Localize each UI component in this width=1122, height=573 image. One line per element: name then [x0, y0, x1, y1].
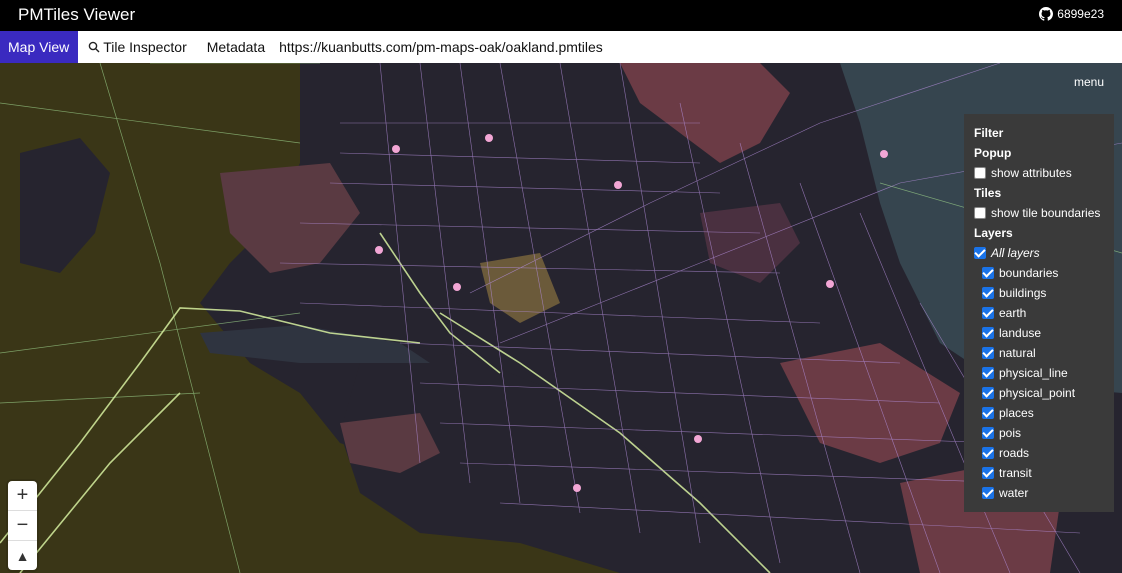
layer-toggle-physical-point[interactable]: physical_point — [982, 386, 1075, 400]
layer-toggle-boundaries[interactable]: boundaries — [982, 266, 1058, 280]
app-header: PMTiles Viewer 6899e23 — [0, 0, 1122, 31]
layer-toggle-physical-line[interactable]: physical_line — [982, 366, 1068, 380]
layer-toggle-earth[interactable]: earth — [982, 306, 1026, 320]
map-canvas[interactable] — [0, 63, 1122, 573]
show-attributes-checkbox[interactable]: show attributes — [974, 166, 1072, 180]
layer-toggle-roads[interactable]: roads — [982, 446, 1029, 460]
checkbox-icon — [982, 447, 994, 459]
layer-label: landuse — [999, 326, 1042, 340]
layer-toggle-natural[interactable]: natural — [982, 346, 1036, 360]
compass-button[interactable]: ▲ — [8, 541, 37, 570]
compass-icon: ▲ — [15, 547, 30, 564]
checkbox-icon — [974, 167, 986, 179]
layer-label: physical_line — [999, 366, 1068, 380]
layer-toggle-places[interactable]: places — [982, 406, 1034, 420]
all-layers-checkbox[interactable]: All layers — [974, 246, 1040, 260]
tab-label: Tile Inspector — [103, 39, 187, 55]
layer-toggle-transit[interactable]: transit — [982, 466, 1032, 480]
map-render — [0, 63, 1122, 573]
checkbox-label: All layers — [991, 246, 1040, 260]
checkbox-icon — [982, 327, 994, 339]
layers-header: Layers — [974, 226, 1013, 240]
layer-label: transit — [999, 466, 1032, 480]
bay-water — [20, 138, 110, 273]
github-icon — [1039, 7, 1054, 21]
zoom-controls: + − ▲ — [8, 481, 37, 570]
layer-toggle-buildings[interactable]: buildings — [982, 286, 1046, 300]
checkbox-icon — [982, 307, 994, 319]
pmtiles-url: https://kuanbutts.com/pm-maps-oak/oaklan… — [279, 39, 603, 55]
tab-tile-inspector[interactable]: Tile Inspector — [78, 31, 197, 63]
checkbox-label: show attributes — [991, 166, 1072, 180]
menu-toggle[interactable]: menu — [1074, 75, 1104, 89]
layer-label: places — [999, 406, 1034, 420]
zoom-in-button[interactable]: + — [8, 481, 37, 511]
checkbox-icon — [974, 207, 986, 219]
layer-label: pois — [999, 426, 1022, 440]
checkbox-label: show tile boundaries — [991, 206, 1101, 220]
checkbox-icon — [982, 407, 994, 419]
layer-toggle-water[interactable]: water — [982, 486, 1028, 500]
popup-header: Popup — [974, 146, 1012, 160]
layer-panel: Filter Popup show attributes Tiles show … — [964, 114, 1114, 512]
layer-label: roads — [999, 446, 1030, 460]
commit-link[interactable]: 6899e23 — [1039, 7, 1104, 21]
tab-label: Metadata — [206, 39, 266, 55]
layer-label: physical_point — [999, 386, 1076, 400]
checkbox-icon — [982, 287, 994, 299]
tab-map-view[interactable]: Map View — [0, 31, 79, 63]
checkbox-icon — [974, 247, 986, 259]
zoom-out-button[interactable]: − — [8, 511, 37, 541]
checkbox-icon — [982, 367, 994, 379]
layer-label: earth — [999, 306, 1027, 320]
checkbox-icon — [982, 347, 994, 359]
layer-label: natural — [999, 346, 1036, 360]
app-title: PMTiles Viewer — [18, 5, 136, 24]
tab-bar: Map View Tile Inspector Metadata https:/… — [0, 31, 1122, 63]
checkbox-icon — [982, 467, 994, 479]
layer-label: boundaries — [999, 266, 1059, 280]
filter-header: Filter — [974, 126, 1004, 140]
checkbox-icon — [982, 487, 994, 499]
layer-toggle-pois[interactable]: pois — [982, 426, 1021, 440]
layer-label: buildings — [999, 286, 1047, 300]
layer-toggle-landuse[interactable]: landuse — [982, 326, 1041, 340]
show-tile-boundaries-checkbox[interactable]: show tile boundaries — [974, 206, 1100, 220]
tiles-header: Tiles — [974, 186, 1002, 200]
layer-label: water — [999, 486, 1029, 500]
magnifier-icon — [88, 41, 100, 53]
checkbox-icon — [982, 267, 994, 279]
checkbox-icon — [982, 427, 994, 439]
commit-hash: 6899e23 — [1057, 7, 1104, 21]
tab-metadata[interactable]: Metadata — [197, 31, 275, 63]
checkbox-icon — [982, 387, 994, 399]
tab-label: Map View — [8, 39, 70, 55]
